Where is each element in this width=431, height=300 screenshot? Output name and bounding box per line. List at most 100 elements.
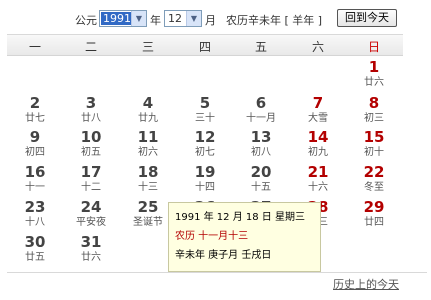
lunar-label: 初六 bbox=[138, 147, 158, 158]
lunar-label: 十二 bbox=[81, 182, 101, 193]
back-to-today-button[interactable]: 回到今天 bbox=[337, 9, 397, 27]
calendar-day-11[interactable]: 11 初六 bbox=[120, 127, 176, 162]
month-select-value: 12 bbox=[168, 12, 182, 25]
day-number: 31 bbox=[80, 233, 102, 251]
calendar-day-12[interactable]: 12 初七 bbox=[177, 127, 233, 162]
calendar-day-18[interactable]: 18 十三 bbox=[120, 162, 176, 197]
weekday-sat: 六 bbox=[311, 40, 324, 54]
day-number: 16 bbox=[24, 163, 46, 181]
lunar-label: 初八 bbox=[251, 147, 271, 158]
lunar-label: 初七 bbox=[195, 147, 215, 158]
lunar-label: 十四 bbox=[195, 182, 215, 193]
calendar-day-15[interactable]: 15 初十 bbox=[346, 127, 402, 162]
year-select-value: 1991 bbox=[101, 12, 133, 25]
lunar-label: 大雪 bbox=[308, 113, 328, 124]
day-number: 30 bbox=[24, 233, 46, 251]
day-number: 9 bbox=[29, 128, 41, 146]
day-number: 18 bbox=[137, 163, 159, 181]
lunar-label: 十三 bbox=[138, 182, 158, 193]
lunar-label: 十一 bbox=[25, 182, 45, 193]
lunar-label: 廿四 bbox=[364, 217, 384, 228]
calendar-day-6[interactable]: 6 十一月 bbox=[233, 93, 289, 128]
calendar-day-7[interactable]: 7 大雪 bbox=[290, 93, 346, 128]
calendar-day-4[interactable]: 4 廿九 bbox=[120, 93, 176, 128]
lunar-label: 冬至 bbox=[364, 182, 384, 193]
weekday-fri: 五 bbox=[254, 40, 267, 54]
lunar-label: 初三 bbox=[364, 113, 384, 124]
weekday-thu: 四 bbox=[198, 40, 211, 54]
history-today-link[interactable]: 历史上的今天 bbox=[333, 276, 399, 292]
chevron-down-icon: ▼ bbox=[131, 11, 146, 26]
lunar-label: 初十 bbox=[364, 147, 384, 158]
calendar-day-16[interactable]: 16 十一 bbox=[7, 162, 63, 197]
day-number: 6 bbox=[255, 94, 267, 112]
tooltip-date: 1991 年 12 月 18 日 星期三 bbox=[175, 212, 305, 223]
calendar-day-20[interactable]: 20 十五 bbox=[233, 162, 289, 197]
day-number: 11 bbox=[137, 128, 159, 146]
tooltip-lunar-date: 农历 十一月十三 bbox=[175, 231, 249, 242]
calendar-day-17[interactable]: 17 十二 bbox=[63, 162, 119, 197]
calendar-day-9[interactable]: 9 初四 bbox=[7, 127, 63, 162]
calendar-day-13[interactable]: 13 初八 bbox=[233, 127, 289, 162]
tooltip-ganzhi: 辛未年 庚子月 壬戌日 bbox=[175, 250, 272, 261]
calendar-day-22[interactable]: 22 冬至 bbox=[346, 162, 402, 197]
calendar-day-5[interactable]: 5 三十 bbox=[177, 93, 233, 128]
day-number: 13 bbox=[250, 128, 272, 146]
weekday-mon: 一 bbox=[28, 40, 41, 54]
calendar-day-31[interactable]: 31 廿六 bbox=[63, 232, 119, 267]
year-select[interactable]: 1991 ▼ bbox=[99, 10, 147, 27]
day-number: 19 bbox=[194, 163, 216, 181]
lunar-label: 十五 bbox=[251, 182, 271, 193]
lunar-label: 廿八 bbox=[81, 113, 101, 124]
calendar-day-21[interactable]: 21 十六 bbox=[290, 162, 346, 197]
calendar-day-24[interactable]: 24 平安夜 bbox=[63, 197, 119, 232]
day-number: 23 bbox=[24, 198, 46, 216]
calendar-day-23[interactable]: 23 十八 bbox=[7, 197, 63, 232]
lunar-label: 廿七 bbox=[25, 113, 45, 124]
calendar-day-3[interactable]: 3 廿八 bbox=[63, 93, 119, 128]
lunar-label: 初四 bbox=[25, 147, 45, 158]
day-number: 15 bbox=[363, 128, 385, 146]
lunar-label: 十一月 bbox=[246, 113, 276, 124]
day-number: 2 bbox=[29, 94, 41, 112]
calendar-toolbar: 公元 1991 ▼ 年 12 ▼ 月 农历辛未年 [ 羊年 ] 回到今天 bbox=[0, 0, 431, 34]
calendar-day-29[interactable]: 29 廿四 bbox=[346, 197, 402, 232]
calendar-day-2[interactable]: 2 廿七 bbox=[7, 93, 63, 128]
weekday-wed: 三 bbox=[141, 40, 154, 54]
lunar-label: 三十 bbox=[195, 113, 215, 124]
day-number: 1 bbox=[368, 58, 380, 76]
day-number: 17 bbox=[80, 163, 102, 181]
weekday-tue: 二 bbox=[84, 40, 97, 54]
lunar-label: 初五 bbox=[81, 147, 101, 158]
weekday-header: 一 二 三 四 五 六 日 bbox=[7, 34, 403, 56]
calendar-day-1[interactable]: 1 廿六 bbox=[346, 57, 402, 92]
chevron-down-icon: ▼ bbox=[186, 11, 201, 26]
lunar-label: 廿六 bbox=[364, 77, 384, 88]
year-label: 年 bbox=[150, 14, 161, 27]
day-number: 3 bbox=[85, 94, 97, 112]
calendar-day-8[interactable]: 8 初三 bbox=[346, 93, 402, 128]
lunar-label: 平安夜 bbox=[76, 217, 106, 228]
weekday-sun: 日 bbox=[367, 40, 380, 54]
month-label: 月 bbox=[205, 14, 216, 27]
calendar-day-10[interactable]: 10 初五 bbox=[63, 127, 119, 162]
lunar-label: 廿五 bbox=[25, 252, 45, 263]
month-select[interactable]: 12 ▼ bbox=[164, 10, 202, 27]
lunar-label: 廿九 bbox=[138, 113, 158, 124]
calendar-day-19[interactable]: 19 十四 bbox=[177, 162, 233, 197]
footer-divider bbox=[7, 272, 427, 273]
day-number: 8 bbox=[368, 94, 380, 112]
lunar-label: 廿六 bbox=[81, 252, 101, 263]
era-label: 公元 bbox=[75, 14, 97, 27]
calendar-day-14[interactable]: 14 初九 bbox=[290, 127, 346, 162]
lunar-label: 初九 bbox=[308, 147, 328, 158]
lunar-year-text: 农历辛未年 [ 羊年 ] bbox=[226, 14, 323, 27]
day-number: 24 bbox=[80, 198, 102, 216]
day-number: 12 bbox=[194, 128, 216, 146]
day-number: 7 bbox=[312, 94, 324, 112]
day-number: 10 bbox=[80, 128, 102, 146]
lunar-label: 十八 bbox=[25, 217, 45, 228]
calendar-day-30[interactable]: 30 廿五 bbox=[7, 232, 63, 267]
lunar-label: 十六 bbox=[308, 182, 328, 193]
day-number: 20 bbox=[250, 163, 272, 181]
